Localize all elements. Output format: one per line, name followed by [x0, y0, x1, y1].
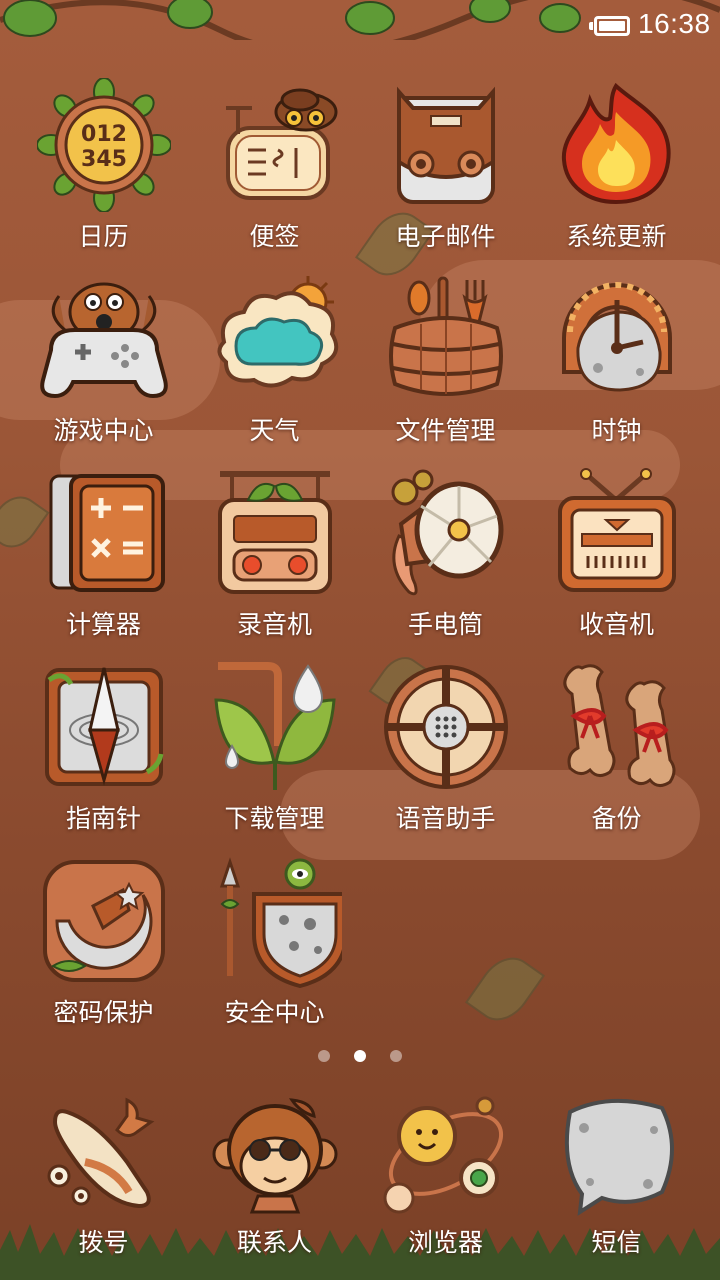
dock-contacts[interactable]: 联系人	[189, 1092, 360, 1280]
app-game-center[interactable]: 游戏中心	[18, 268, 189, 462]
security-shield-spear-icon	[219, 857, 342, 988]
calculator-icon	[49, 474, 165, 592]
app-label: 密码保护	[53, 998, 154, 1027]
app-label: 天气	[249, 416, 300, 445]
app-label: 手电筒	[407, 610, 483, 639]
app-email[interactable]: 电子邮件	[360, 74, 531, 268]
app-calendar[interactable]: 012 345 日历	[18, 74, 189, 268]
app-download-manager[interactable]: 下载管理	[189, 656, 360, 850]
radio-tv-icon	[557, 468, 676, 592]
flashlight-icon	[391, 469, 503, 596]
page-indicator[interactable]	[318, 1050, 402, 1062]
dock-label: 拨号	[78, 1228, 129, 1257]
gamepad-dog-icon	[39, 282, 168, 399]
app-calculator[interactable]: 计算器	[18, 462, 189, 656]
status-bar: 16:38	[0, 0, 720, 52]
page-dot[interactable]	[318, 1050, 330, 1062]
app-compass[interactable]: 指南针	[18, 656, 189, 850]
contacts-monkey-icon	[212, 1098, 337, 1214]
weather-cloud-sun-icon	[217, 276, 338, 388]
backup-bones-icon	[562, 664, 675, 787]
app-label: 日历	[78, 222, 129, 251]
dock: 拨号 联系人 浏览器 短信	[18, 1092, 702, 1280]
phone-bone-icon	[47, 1097, 154, 1209]
app-radio[interactable]: 收音机	[531, 462, 702, 656]
app-security-center[interactable]: 安全中心	[189, 850, 360, 1044]
dock-browser[interactable]: 浏览器	[360, 1092, 531, 1280]
app-backup[interactable]: 备份	[531, 656, 702, 850]
app-clock[interactable]: 时钟	[531, 268, 702, 462]
app-label: 语音助手	[395, 804, 496, 833]
calendar-sunflower-icon: 012 345	[36, 78, 171, 212]
email-satchel-icon	[396, 86, 495, 204]
app-label: 安全中心	[224, 998, 325, 1027]
app-grid: 012 345 日历 便签 电子邮件 系统更新 游戏中心 天气 文件管理 时钟 …	[18, 74, 702, 1044]
browser-planets-icon	[383, 1096, 503, 1214]
app-voice-assistant[interactable]: 语音助手	[360, 656, 531, 850]
dock-dialer[interactable]: 拨号	[18, 1092, 189, 1280]
app-label: 下载管理	[224, 804, 325, 833]
app-label: 计算器	[65, 610, 141, 639]
microphone-shield-icon	[383, 665, 508, 789]
status-clock: 16:38	[638, 8, 711, 39]
app-recorder[interactable]: 录音机	[189, 462, 360, 656]
app-weather[interactable]: 天气	[189, 268, 360, 462]
app-system-update[interactable]: 系统更新	[531, 74, 702, 268]
fire-update-icon	[561, 82, 671, 205]
svg-text:012: 012	[81, 122, 127, 147]
app-label: 指南针	[65, 804, 141, 833]
tape-recorder-icon	[217, 471, 332, 594]
app-label: 便签	[249, 222, 300, 251]
dock-label: 浏览器	[407, 1228, 483, 1257]
compass-icon	[44, 667, 163, 786]
app-label: 收音机	[578, 610, 654, 639]
app-password-protect[interactable]: 密码保护	[18, 850, 189, 1044]
battery-full-icon	[589, 16, 630, 36]
download-leaves-icon	[213, 662, 336, 790]
page-dot-active[interactable]	[354, 1050, 366, 1062]
svg-text:345: 345	[81, 147, 127, 172]
app-label: 系统更新	[566, 222, 667, 251]
app-file-manager[interactable]: 文件管理	[360, 268, 531, 462]
dock-label: 短信	[591, 1228, 642, 1257]
page-dot[interactable]	[390, 1050, 402, 1062]
notes-owl-icon	[225, 88, 337, 200]
sms-stone-icon	[564, 1098, 674, 1216]
barrel-utensils-icon	[388, 276, 503, 396]
app-label: 游戏中心	[53, 416, 154, 445]
app-label: 录音机	[236, 610, 312, 639]
app-flashlight[interactable]: 手电筒	[360, 462, 531, 656]
dock-sms[interactable]: 短信	[531, 1092, 702, 1280]
password-moon-star-icon	[42, 860, 165, 982]
app-label: 备份	[591, 804, 642, 833]
dock-label: 联系人	[236, 1228, 312, 1257]
app-notes[interactable]: 便签	[189, 74, 360, 268]
horseshoe-clock-icon	[561, 282, 672, 392]
app-label: 时钟	[591, 416, 642, 445]
app-label: 电子邮件	[395, 222, 496, 251]
app-label: 文件管理	[395, 416, 496, 445]
